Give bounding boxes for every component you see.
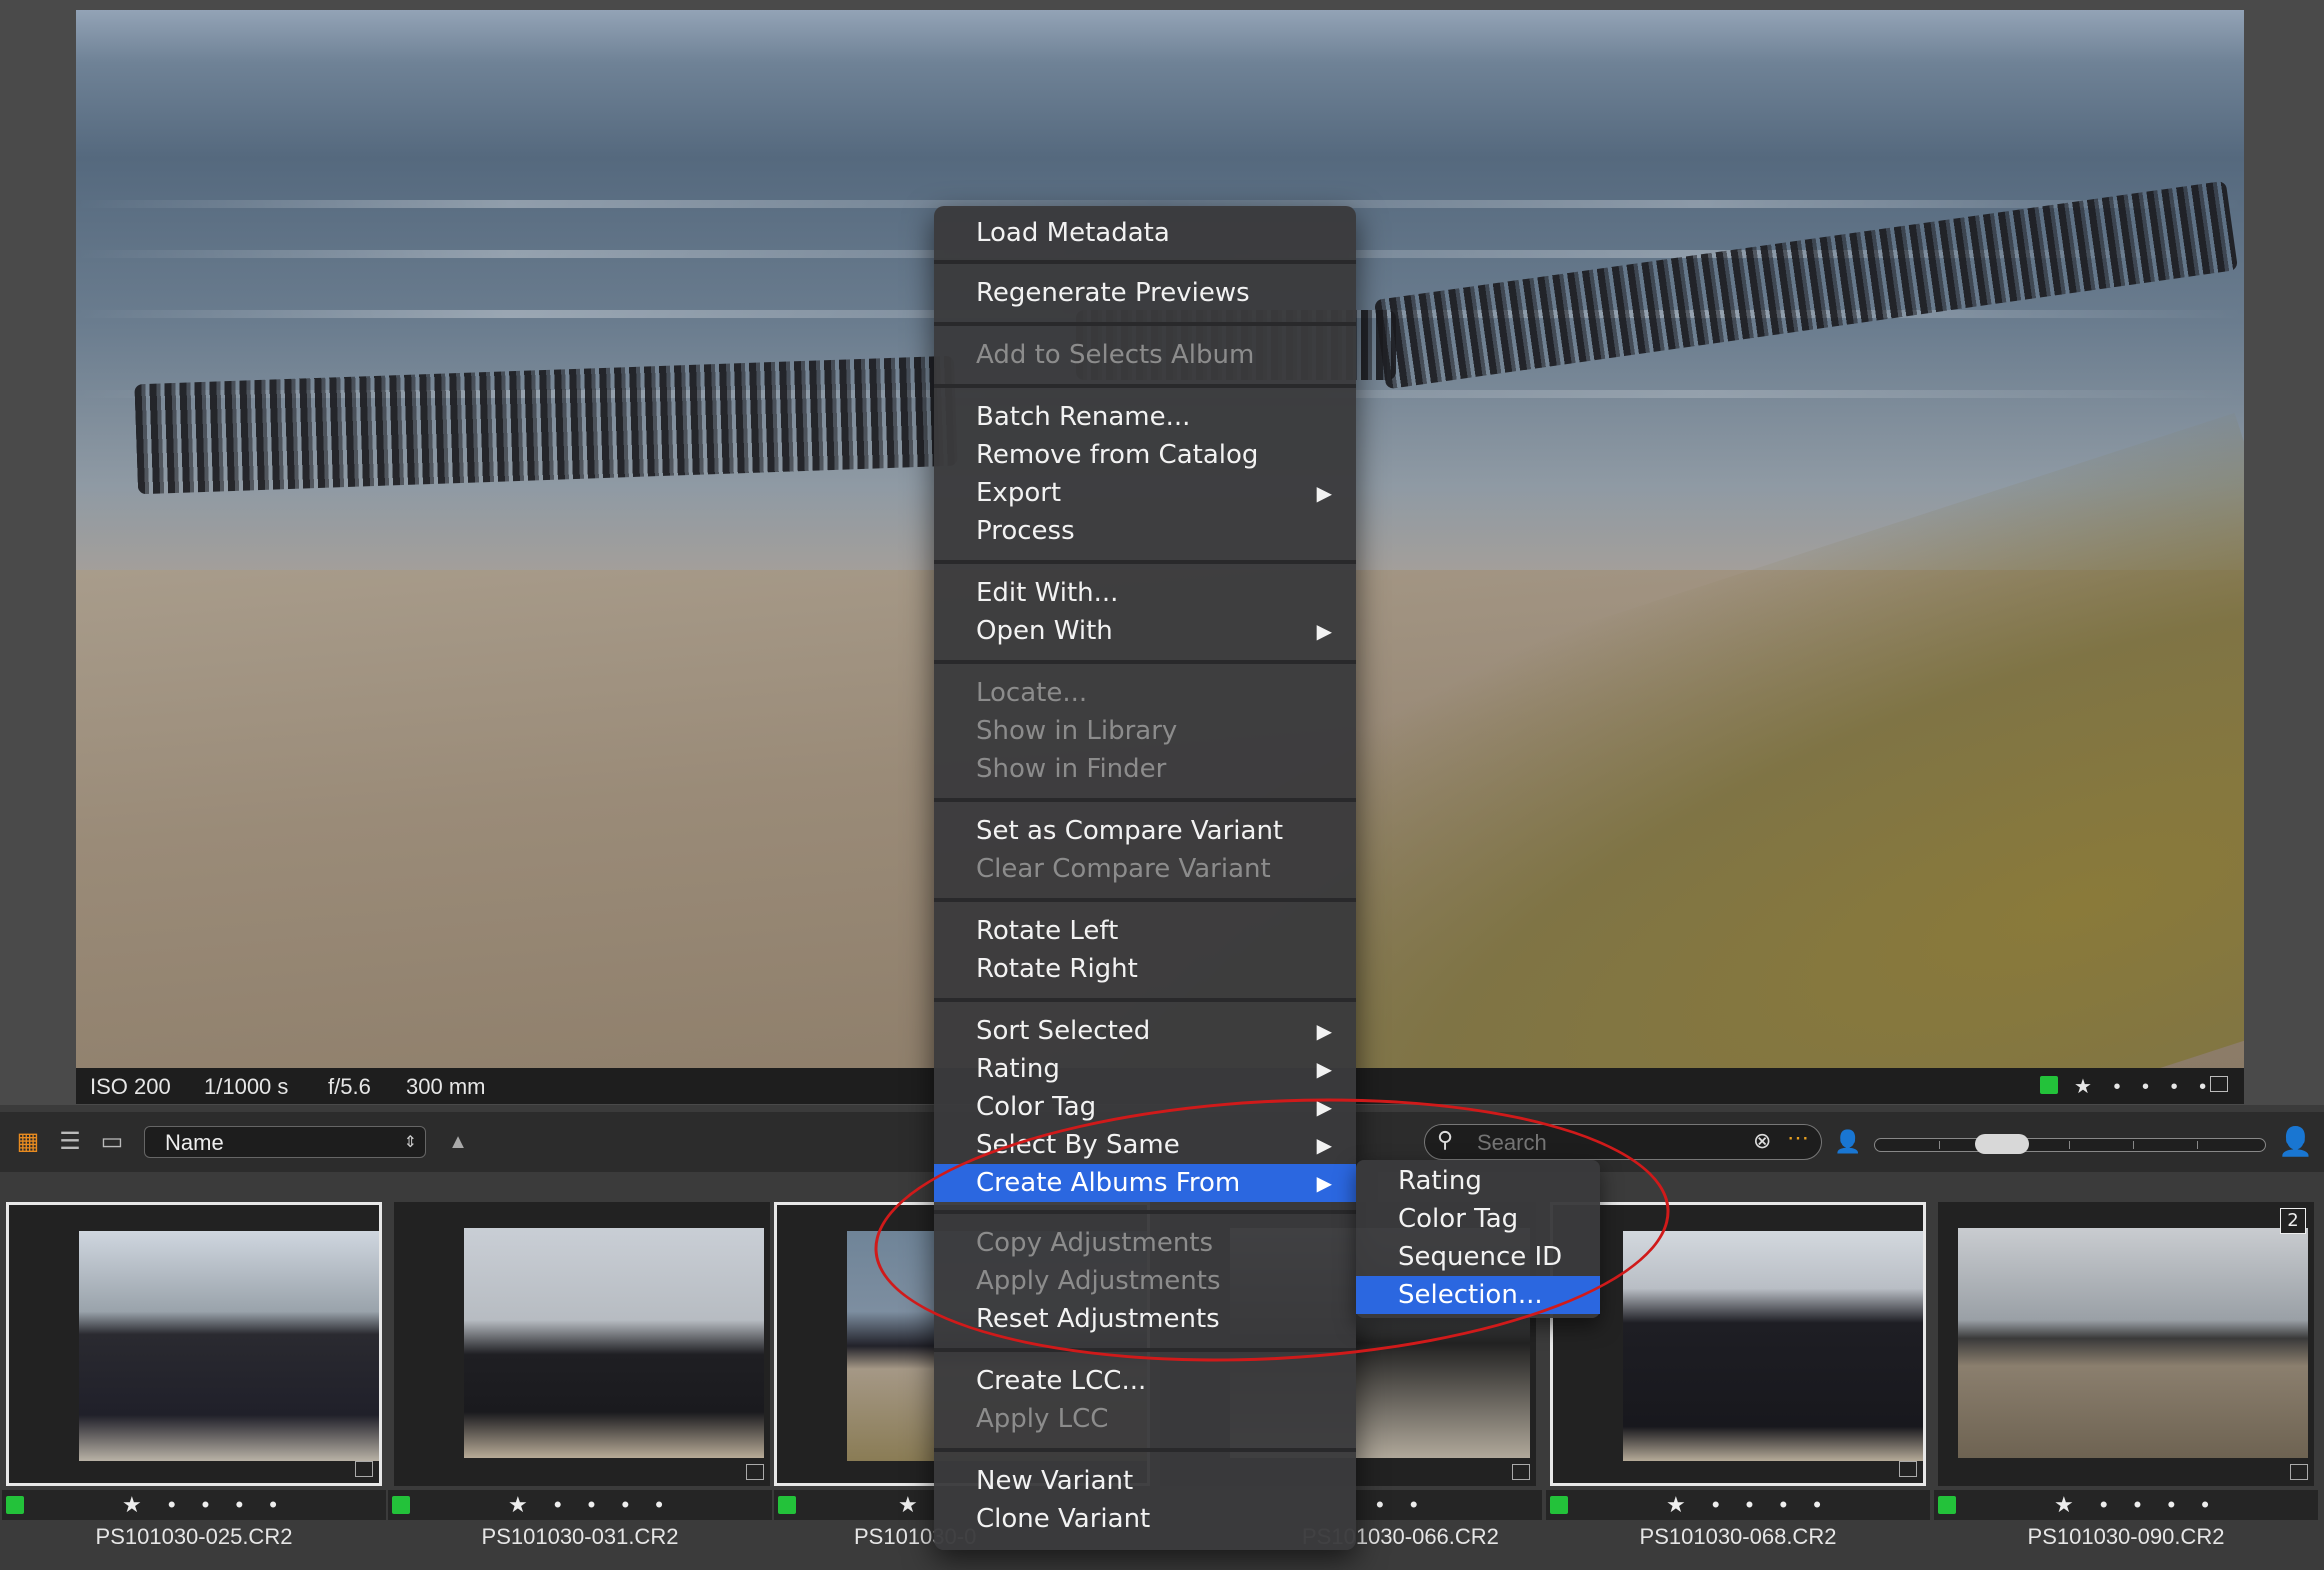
thumbnail-menu-icon[interactable] <box>1512 1464 1530 1480</box>
menu-load-metadata[interactable]: Load Metadata <box>934 214 1356 252</box>
caption-025: ★ • • • • PS101030-025.CR2 <box>2 1490 386 1562</box>
menu-rotate-left[interactable]: Rotate Left <box>934 912 1356 950</box>
submenu-arrow-icon: ▶ <box>1316 619 1332 643</box>
thumbnail-size-slider[interactable] <box>1874 1134 2266 1154</box>
rating-stars[interactable]: ★ • • • • <box>2074 1074 2214 1099</box>
more-options-icon[interactable]: ⋯ <box>1787 1125 1809 1151</box>
context-menu: Load Metadata Regenerate Previews Add to… <box>934 206 1356 1550</box>
list-view-icon[interactable]: ☰ <box>56 1128 84 1156</box>
menu-copy-adjustments[interactable]: Copy Adjustments <box>934 1224 1356 1262</box>
thumbnail-068[interactable] <box>1550 1202 1926 1486</box>
menu-new-variant[interactable]: New Variant <box>934 1462 1356 1500</box>
submenu-color-tag[interactable]: Color Tag <box>1356 1200 1600 1238</box>
menu-locate[interactable]: Locate... <box>934 674 1356 712</box>
thumbnail-090[interactable]: 2 <box>1938 1202 2314 1486</box>
submenu-rating[interactable]: Rating <box>1356 1162 1600 1200</box>
create-albums-submenu: Rating Color Tag Sequence ID Selection..… <box>1356 1160 1600 1318</box>
search-box[interactable]: ⚲ ⊗ ⋯ <box>1424 1124 1822 1160</box>
shutter-value: 1/1000 s <box>204 1074 289 1099</box>
menu-add-to-selects-album[interactable]: Add to Selects Album <box>934 336 1356 374</box>
menu-show-in-finder[interactable]: Show in Finder <box>934 750 1356 788</box>
grid-view-icon[interactable]: ▦ <box>14 1128 42 1156</box>
menu-regenerate-previews[interactable]: Regenerate Previews <box>934 274 1356 312</box>
submenu-arrow-icon: ▶ <box>1316 1095 1332 1119</box>
submenu-arrow-icon: ▶ <box>1316 1019 1332 1043</box>
search-icon[interactable]: ⚲ <box>1437 1127 1453 1153</box>
color-tag-green[interactable] <box>778 1496 796 1514</box>
rating-stars[interactable]: • • <box>1376 1492 1428 1518</box>
menu-color-tag[interactable]: Color Tag ▶ <box>934 1088 1356 1126</box>
color-tag-green[interactable] <box>392 1496 410 1514</box>
caption-066: • • PS101030-066.CR2 <box>1302 1490 1542 1562</box>
chevron-updown-icon: ⇕ <box>403 1134 417 1151</box>
color-tag-green[interactable] <box>1550 1496 1568 1514</box>
submenu-arrow-icon: ▶ <box>1316 1171 1332 1195</box>
submenu-sequence-id[interactable]: Sequence ID <box>1356 1238 1600 1276</box>
caption-selected: ★ PS101030-0 <box>774 1490 976 1562</box>
thumbnail-025[interactable] <box>6 1202 382 1486</box>
caption-031: ★ • • • • PS101030-031.CR2 <box>388 1490 772 1562</box>
menu-clear-compare-variant[interactable]: Clear Compare Variant <box>934 850 1356 888</box>
menu-create-lcc[interactable]: Create LCC... <box>934 1362 1356 1400</box>
variant-count-badge: 2 <box>2280 1208 2306 1234</box>
caption-090: ★ • • • • PS101030-090.CR2 <box>1934 1490 2318 1562</box>
thumbnail-menu-icon[interactable] <box>355 1461 373 1477</box>
sort-select[interactable]: Name ⇕ <box>144 1126 426 1158</box>
menu-create-albums-from[interactable]: Create Albums From ▶ <box>934 1164 1356 1202</box>
menu-rotate-right[interactable]: Rotate Right <box>934 950 1356 988</box>
submenu-arrow-icon: ▶ <box>1316 1057 1332 1081</box>
sort-direction-icon[interactable]: ▲ <box>444 1128 472 1156</box>
submenu-arrow-icon: ▶ <box>1316 1133 1332 1157</box>
slider-knob[interactable] <box>1975 1134 2029 1154</box>
sort-label: Name <box>165 1130 224 1155</box>
rating-stars[interactable]: ★ • • • • <box>508 1492 673 1518</box>
file-name: PS101030-090.CR2 <box>2027 1524 2225 1549</box>
thumbnail-menu-icon[interactable] <box>2290 1464 2308 1480</box>
menu-apply-adjustments[interactable]: Apply Adjustments <box>934 1262 1356 1300</box>
menu-select-by-same[interactable]: Select By Same ▶ <box>934 1126 1356 1164</box>
color-tag-green[interactable] <box>6 1496 24 1514</box>
menu-rating[interactable]: Rating ▶ <box>934 1050 1356 1088</box>
menu-set-as-compare-variant[interactable]: Set as Compare Variant <box>934 812 1356 850</box>
menu-sort-selected[interactable]: Sort Selected ▶ <box>934 1012 1356 1050</box>
clear-search-icon[interactable]: ⊗ <box>1753 1128 1771 1154</box>
search-input[interactable] <box>1475 1129 1729 1157</box>
menu-export[interactable]: Export ▶ <box>934 474 1356 512</box>
filmstrip-view-icon[interactable]: ▭ <box>98 1128 126 1156</box>
menu-remove-from-catalog[interactable]: Remove from Catalog <box>934 436 1356 474</box>
file-name: PS101030-068.CR2 <box>1639 1524 1837 1549</box>
thumbnail-menu-icon[interactable] <box>746 1464 764 1480</box>
list-icon[interactable] <box>2210 1076 2228 1092</box>
menu-reset-adjustments[interactable]: Reset Adjustments <box>934 1300 1356 1338</box>
user-large-icon: 👤 <box>2278 1126 2313 1157</box>
focal-length-value: 300 mm <box>406 1074 486 1099</box>
color-tag-green[interactable] <box>2040 1076 2058 1094</box>
submenu-arrow-icon: ▶ <box>1316 481 1332 505</box>
menu-batch-rename[interactable]: Batch Rename... <box>934 398 1356 436</box>
menu-edit-with[interactable]: Edit With... <box>934 574 1356 612</box>
menu-open-with[interactable]: Open With ▶ <box>934 612 1356 650</box>
iso-value: ISO 200 <box>90 1074 171 1099</box>
menu-apply-lcc[interactable]: Apply LCC <box>934 1400 1356 1438</box>
aperture-value: f/5.6 <box>328 1074 371 1099</box>
caption-068: ★ • • • • PS101030-068.CR2 <box>1546 1490 1930 1562</box>
file-name: PS101030-031.CR2 <box>481 1524 679 1549</box>
menu-show-in-library[interactable]: Show in Library <box>934 712 1356 750</box>
menu-clone-variant[interactable]: Clone Variant <box>934 1500 1356 1538</box>
rating-stars[interactable]: ★ <box>898 1492 928 1518</box>
submenu-selection[interactable]: Selection... <box>1356 1276 1600 1314</box>
color-tag-green[interactable] <box>1938 1496 1956 1514</box>
file-name: PS101030-025.CR2 <box>95 1524 293 1549</box>
rating-stars[interactable]: ★ • • • • <box>122 1492 287 1518</box>
rating-stars[interactable]: ★ • • • • <box>2054 1492 2219 1518</box>
rating-stars[interactable]: ★ • • • • <box>1666 1492 1831 1518</box>
user-small-icon: 👤 <box>1834 1129 1862 1154</box>
thumbnail-menu-icon[interactable] <box>1899 1461 1917 1477</box>
thumbnail-031[interactable] <box>394 1202 770 1486</box>
menu-process[interactable]: Process <box>934 512 1356 550</box>
